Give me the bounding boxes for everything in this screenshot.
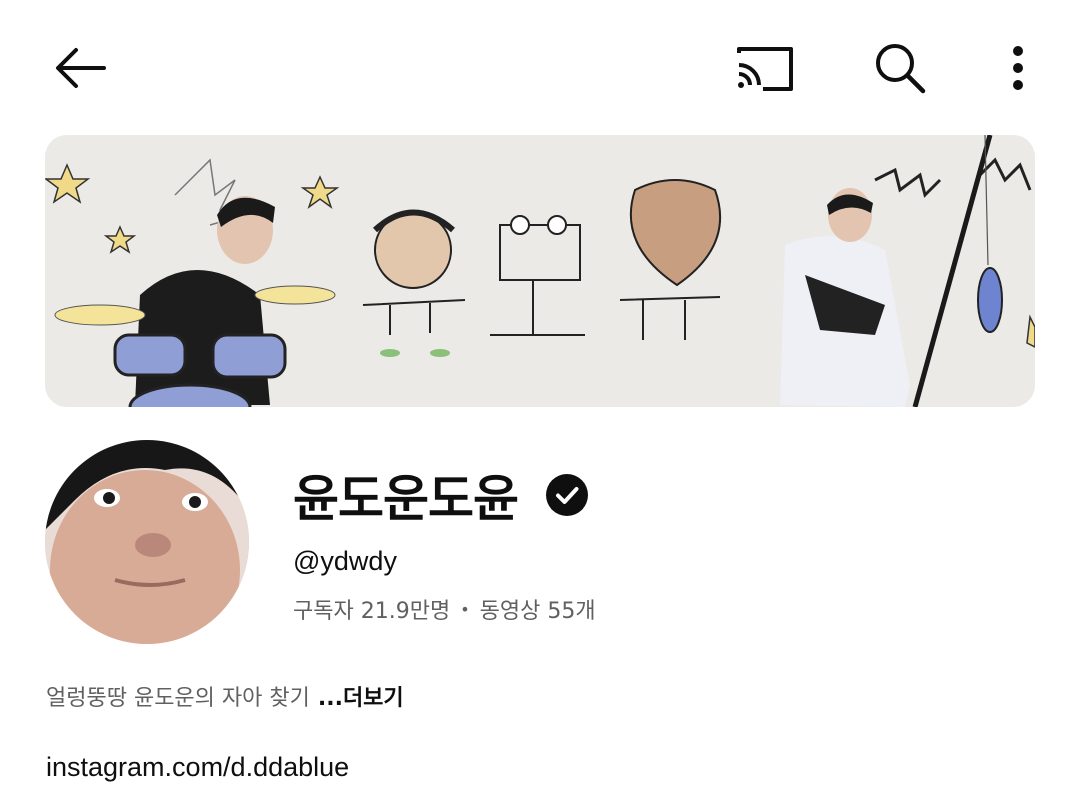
verified-badge-icon xyxy=(546,474,588,516)
channel-avatar[interactable] xyxy=(45,440,249,644)
channel-stats: 구독자 21.9만명 • 동영상 55개 xyxy=(293,593,596,625)
description-text: 얼렁뚱땅 윤도운의 자아 찾기 xyxy=(46,686,310,711)
channel-link[interactable]: instagram.com/d.ddablue xyxy=(46,752,349,783)
arrow-left-icon xyxy=(56,48,106,88)
video-count: 동영상 55개 xyxy=(479,599,596,624)
channel-description[interactable]: 얼렁뚱땅 윤도운의 자아 찾기 ...더보기 xyxy=(46,680,404,712)
stats-separator: • xyxy=(460,599,470,619)
more-vert-icon xyxy=(1013,46,1023,90)
subscriber-count: 구독자 21.9만명 xyxy=(293,599,451,624)
back-button[interactable] xyxy=(44,38,116,98)
avatar-image xyxy=(45,440,249,644)
channel-name-row: 윤도운도윤 xyxy=(293,462,596,528)
channel-handle: @ydwdy xyxy=(293,546,397,576)
top-app-bar xyxy=(0,0,1080,135)
more-link[interactable]: ...더보기 xyxy=(318,680,404,712)
channel-name: 윤도운도윤 xyxy=(293,470,519,528)
cast-button[interactable] xyxy=(726,36,802,100)
channel-info: 윤도운도윤 @ydwdy 구독자 21.9만명 • 동영상 55개 xyxy=(293,462,596,625)
more-options-button[interactable] xyxy=(990,36,1046,100)
search-icon xyxy=(876,44,926,94)
cast-icon xyxy=(737,47,793,91)
search-button[interactable] xyxy=(864,36,936,100)
banner-image xyxy=(45,135,1035,407)
channel-banner[interactable] xyxy=(45,135,1035,407)
